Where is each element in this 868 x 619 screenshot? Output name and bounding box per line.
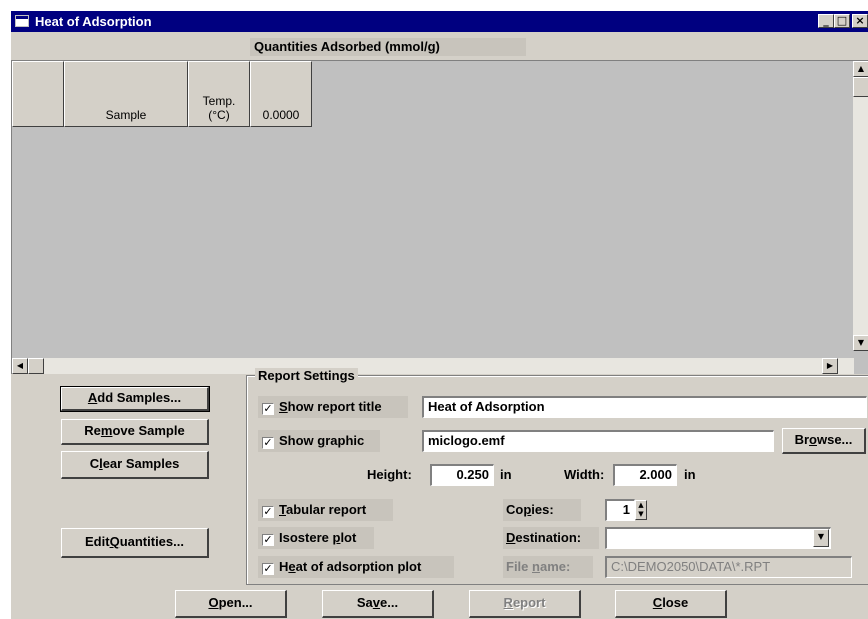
scroll-up-icon[interactable]: ▲ [853,61,868,77]
destination-label: Destination: [503,527,599,549]
tabular-report-checkbox[interactable]: ✓ Tabular report [258,499,393,521]
spin-down-icon[interactable]: ▼ [636,510,646,519]
edit-quantities-button[interactable]: Edit Quantities... [61,528,209,558]
isostere-plot-checkbox[interactable]: ✓ Isostere plot [258,527,374,549]
checkbox-icon: ✓ [262,505,274,518]
width-unit: in [684,467,696,482]
add-samples-button[interactable]: Add Samples... [60,386,210,412]
checkbox-icon: ✓ [262,533,274,546]
column-header-temp[interactable]: Temp. (°C) [188,61,250,127]
remove-sample-label: Remove Sample [84,423,185,438]
add-samples-label: Add Samples... [87,390,182,405]
browse-button[interactable]: Browse... [782,428,866,454]
show-report-title-checkbox[interactable]: ✓ Show report title [258,396,408,418]
copies-spinner[interactable]: ▲ ▼ [635,500,647,520]
save-button[interactable]: Save... [322,590,434,618]
width-input[interactable]: 2.000 [613,464,677,486]
scroll-right-icon[interactable]: ▶ [822,358,838,374]
report-settings-legend: Report Settings [255,368,358,383]
app-window-icon [15,15,29,27]
checkbox-icon: ✓ [262,562,274,575]
grid-corner-header[interactable] [12,61,64,127]
vertical-scrollbar[interactable]: ▲ ▼ [853,61,868,351]
spin-up-icon[interactable]: ▲ [636,501,646,510]
heat-of-adsorption-plot-label: Heat of adsorption plot [279,559,422,574]
tabular-report-label: Tabular report [279,502,367,517]
show-graphic-label: Show graphic [279,433,365,448]
sample-column-label: Sample [105,108,147,122]
report-title-input[interactable]: Heat of Adsorption [422,396,867,418]
report-label: Report [503,595,546,610]
heat-of-adsorption-window: Heat of Adsorption _ □ × Quantities Adso… [10,10,868,619]
width-label: Width: [564,467,605,482]
destination-select[interactable] [605,527,831,549]
checkbox-icon: ✓ [262,402,274,415]
open-button[interactable]: Open... [175,590,287,618]
file-name-label: File name: [503,556,593,578]
remove-sample-button[interactable]: Remove Sample [61,419,209,445]
temp-column-label-line2: (°C) [208,108,230,122]
maximize-button[interactable]: □ [834,14,850,28]
checkbox-icon: ✓ [262,436,274,449]
heat-of-adsorption-plot-checkbox[interactable]: ✓ Heat of adsorption plot [258,556,454,578]
report-button[interactable]: Report [469,590,581,618]
height-unit: in [500,467,512,482]
column-header-quantity[interactable]: 0.0000 [250,61,312,127]
horizontal-scrollbar[interactable]: ◀ ▶ [12,358,854,374]
clear-samples-label: Clear Samples [89,456,180,471]
height-input[interactable]: 0.250 [430,464,494,486]
horizontal-scroll-thumb[interactable] [28,358,44,374]
quantity-column-label: 0.0000 [262,108,300,122]
save-label: Save... [356,595,399,610]
window-title: Heat of Adsorption [35,14,152,29]
edit-quantities-label: Edit Quantities... [85,534,184,549]
vertical-scroll-thumb[interactable] [853,77,868,97]
title-bar: Heat of Adsorption _ □ × [11,11,868,32]
file-name-input[interactable]: C:\DEMO2050\DATA\*.RPT [605,556,852,578]
show-report-title-label: Show report title [279,399,382,414]
browse-label: Browse... [794,432,853,447]
report-settings-group: Report Settings ✓ Show report title Heat … [246,368,868,585]
close-window-button[interactable]: × [852,14,868,28]
column-header-sample[interactable]: Sample [64,61,188,127]
open-label: Open... [208,595,253,610]
copies-input[interactable]: 1 [605,499,635,521]
height-label: Height: [367,467,412,482]
close-button[interactable]: Close [615,590,727,618]
copies-label: Copies: [503,499,581,521]
isostere-plot-label: Isostere plot [279,530,357,545]
destination-dropdown-icon[interactable]: ▼ [813,529,829,547]
show-graphic-checkbox[interactable]: ✓ Show graphic [258,430,380,452]
graphic-file-input[interactable]: miclogo.emf [422,430,774,452]
clear-samples-button[interactable]: Clear Samples [61,451,209,479]
close-label: Close [652,595,689,610]
temp-column-label-line1: Temp. [202,94,236,108]
scroll-left-icon[interactable]: ◀ [12,358,28,374]
quantities-caption: Quantities Adsorbed (mmol/g) [250,38,526,56]
scroll-down-icon[interactable]: ▼ [853,335,868,351]
samples-grid[interactable]: Sample Temp. (°C) 0.0000 ▲ ▼ ◀ ▶ [11,60,868,374]
minimize-button[interactable]: _ [818,14,834,28]
